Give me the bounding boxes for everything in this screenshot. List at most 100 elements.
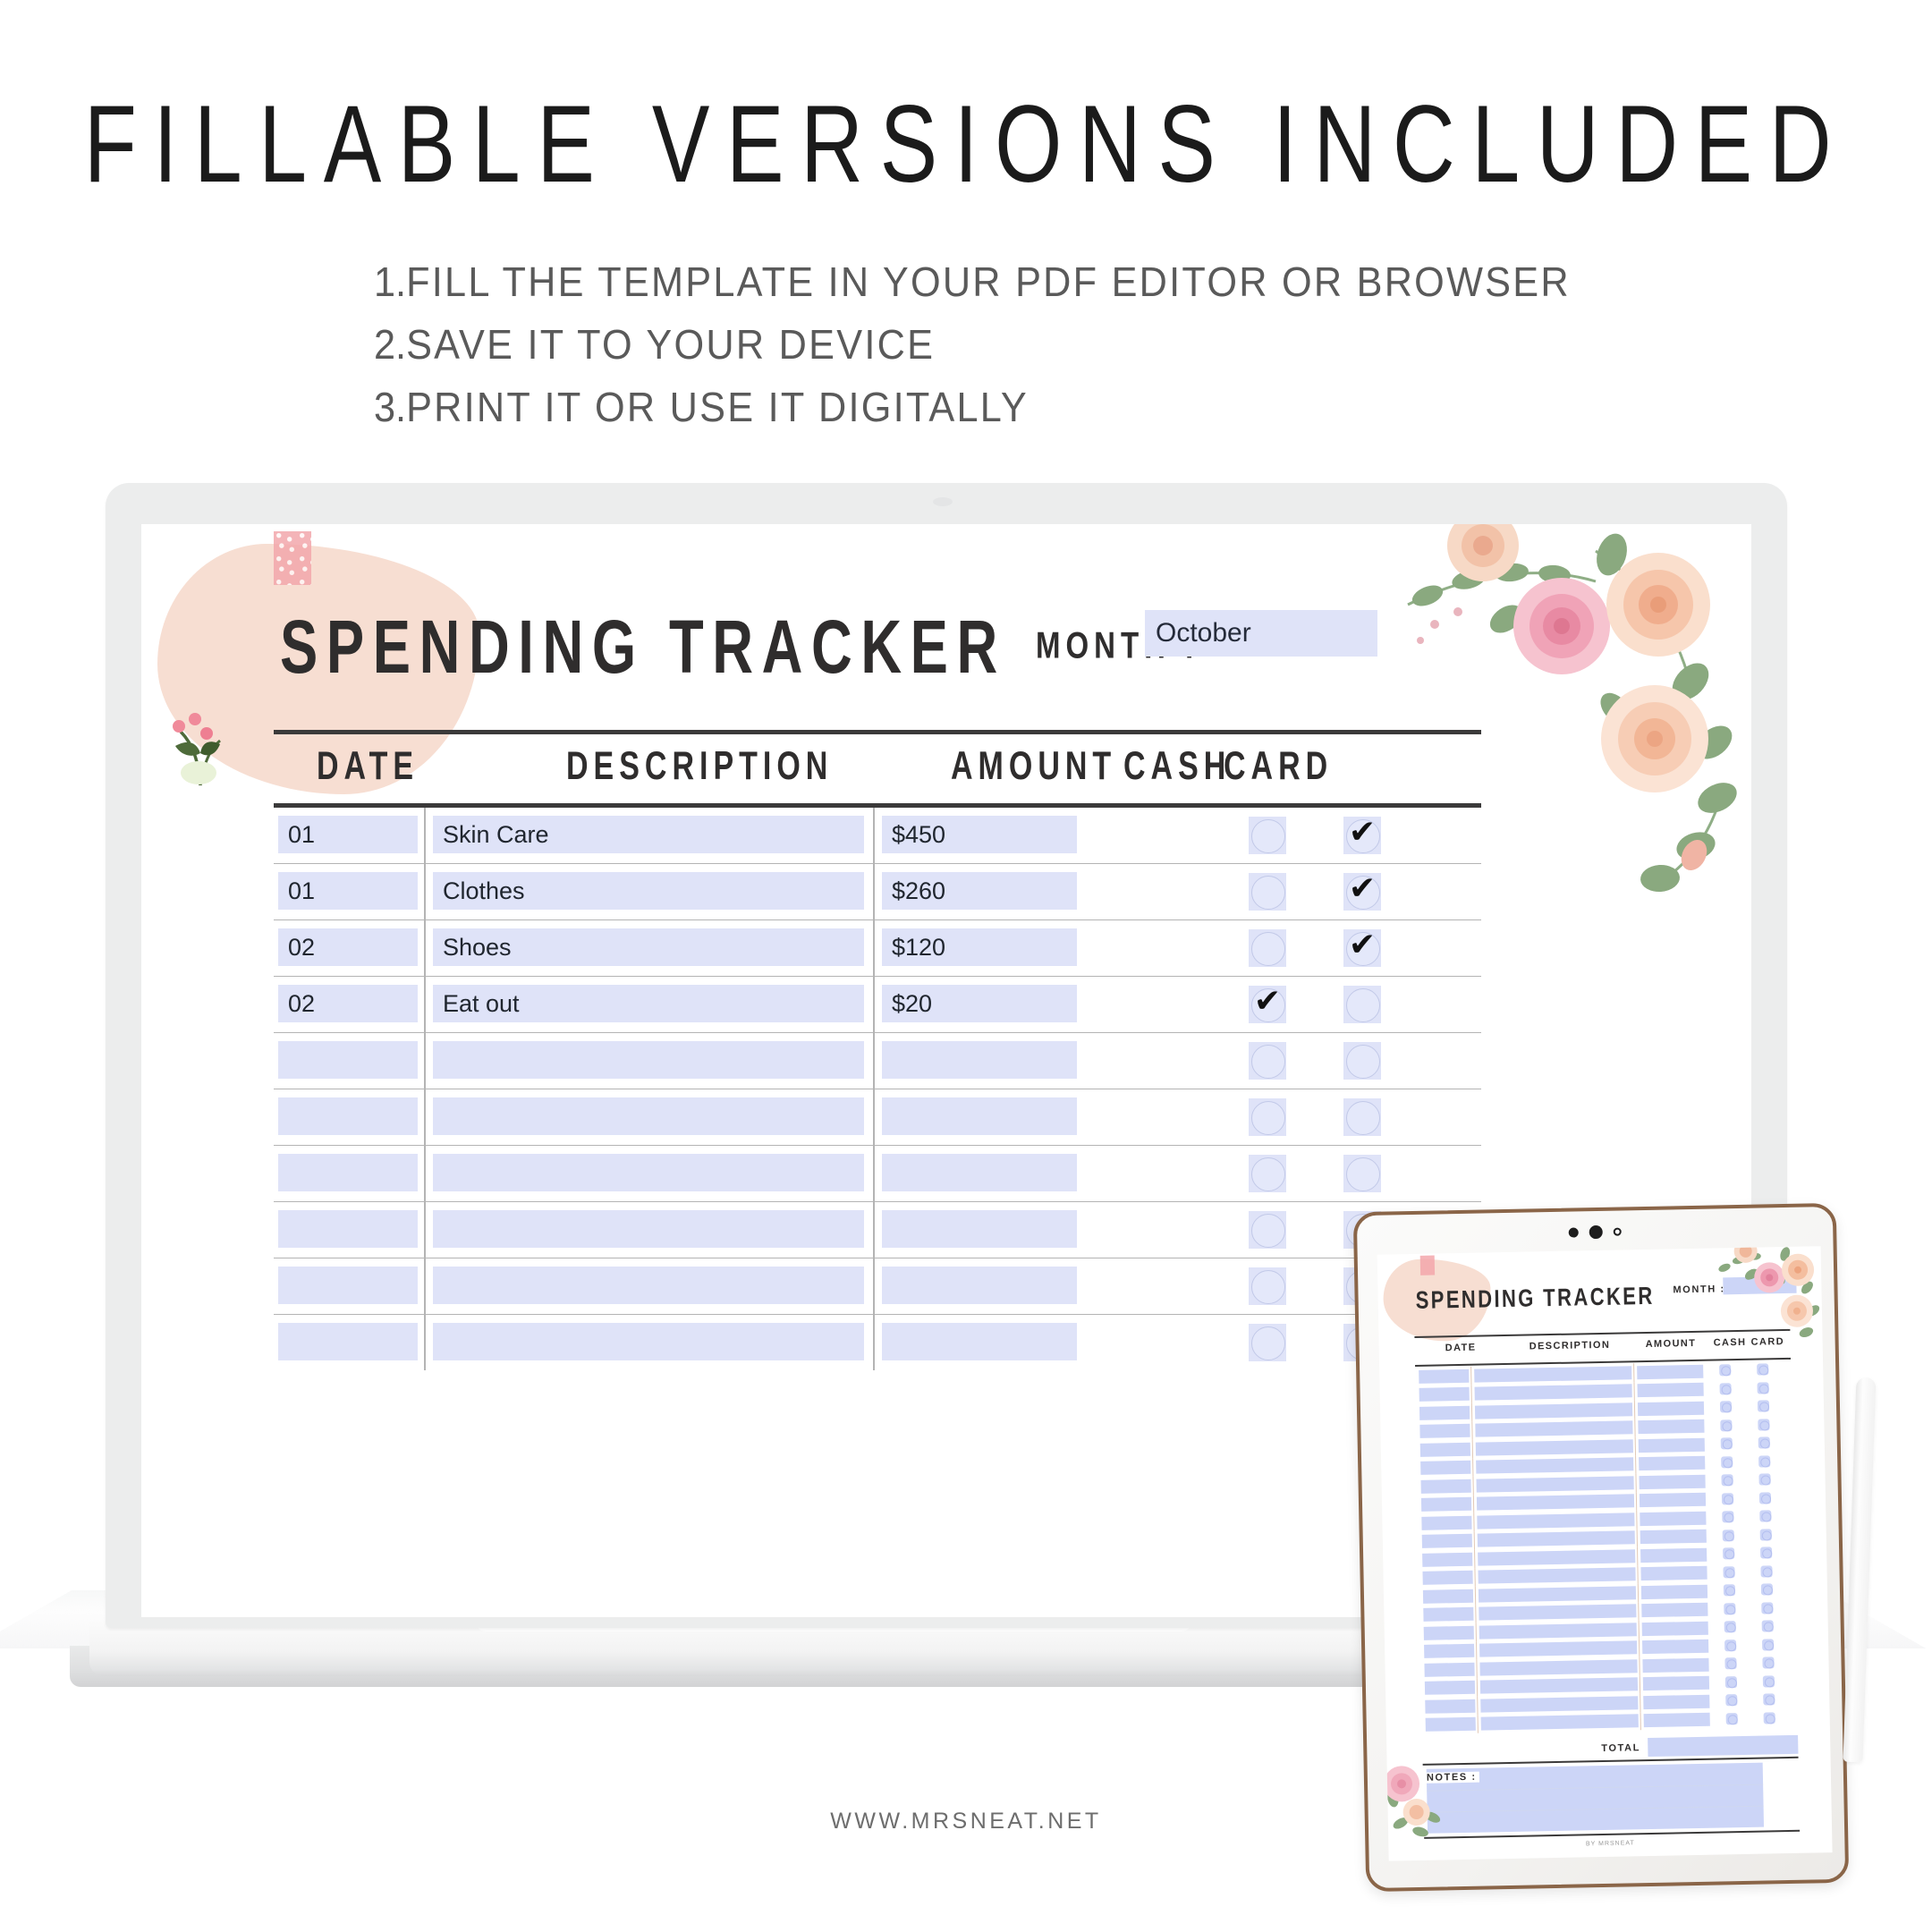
tablet-cash-checkbox[interactable]: [1722, 1511, 1734, 1523]
description-input[interactable]: [433, 1154, 864, 1191]
description-input[interactable]: Skin Care: [433, 816, 864, 853]
tablet-date-input[interactable]: [1422, 1552, 1473, 1567]
tablet-date-input[interactable]: [1420, 1460, 1471, 1475]
card-checkbox[interactable]: ✔: [1343, 927, 1381, 967]
cash-checkbox[interactable]: [1249, 1098, 1286, 1136]
tablet-description-input[interactable]: [1479, 1604, 1637, 1621]
tablet-description-input[interactable]: [1474, 1365, 1632, 1383]
tablet-description-input[interactable]: [1480, 1714, 1639, 1731]
tablet-cash-checkbox[interactable]: [1725, 1712, 1738, 1724]
tablet-amount-input[interactable]: [1637, 1382, 1704, 1398]
tablet-amount-input[interactable]: [1640, 1529, 1707, 1545]
tablet-cash-checkbox[interactable]: [1722, 1529, 1734, 1541]
tablet-description-input[interactable]: [1477, 1512, 1635, 1530]
tablet-card-checkbox[interactable]: [1758, 1418, 1770, 1431]
tablet-date-input[interactable]: [1421, 1515, 1472, 1530]
tablet-description-input[interactable]: [1476, 1494, 1635, 1511]
tablet-date-input[interactable]: [1422, 1589, 1474, 1604]
tablet-date-input[interactable]: [1419, 1442, 1471, 1457]
tablet-card-checkbox[interactable]: [1757, 1381, 1769, 1394]
tablet-card-checkbox[interactable]: [1759, 1510, 1772, 1522]
tablet-amount-input[interactable]: [1637, 1401, 1705, 1416]
cash-checkbox[interactable]: [1249, 1042, 1286, 1080]
tablet-card-checkbox[interactable]: [1758, 1473, 1771, 1486]
tablet-date-input[interactable]: [1424, 1662, 1475, 1677]
date-input[interactable]: 01: [278, 872, 418, 910]
tablet-description-input[interactable]: [1478, 1585, 1637, 1603]
cash-checkbox[interactable]: [1249, 1211, 1286, 1249]
tablet-amount-input[interactable]: [1641, 1602, 1708, 1618]
tablet-amount-input[interactable]: [1642, 1657, 1709, 1673]
tablet-date-input[interactable]: [1420, 1496, 1472, 1512]
date-input[interactable]: 02: [278, 928, 418, 966]
date-input[interactable]: [278, 1041, 418, 1079]
tablet-description-input[interactable]: [1477, 1530, 1635, 1547]
tablet-description-input[interactable]: [1479, 1658, 1638, 1676]
amount-input[interactable]: [882, 1323, 1077, 1360]
date-input[interactable]: 02: [278, 985, 418, 1022]
description-input[interactable]: [433, 1097, 864, 1135]
description-input[interactable]: [433, 1041, 864, 1079]
tablet-description-input[interactable]: [1479, 1640, 1638, 1657]
tablet-card-checkbox[interactable]: [1757, 1400, 1770, 1412]
tablet-date-input[interactable]: [1423, 1606, 1474, 1622]
tablet-card-checkbox[interactable]: [1758, 1436, 1770, 1449]
tablet-date-input[interactable]: [1419, 1368, 1470, 1384]
date-input[interactable]: [278, 1210, 418, 1248]
tablet-amount-input[interactable]: [1638, 1437, 1705, 1453]
tablet-card-checkbox[interactable]: [1760, 1546, 1773, 1559]
tablet-amount-input[interactable]: [1639, 1455, 1706, 1471]
amount-input[interactable]: [882, 1267, 1077, 1304]
tablet-cash-checkbox[interactable]: [1724, 1657, 1737, 1670]
cash-checkbox[interactable]: [1249, 1155, 1286, 1192]
tablet-date-input[interactable]: [1423, 1625, 1474, 1640]
tablet-amount-input[interactable]: [1639, 1492, 1707, 1508]
tablet-date-input[interactable]: [1425, 1716, 1476, 1732]
tablet-description-input[interactable]: [1475, 1420, 1633, 1437]
amount-input[interactable]: $450: [882, 816, 1077, 853]
cash-checkbox[interactable]: [1249, 1324, 1286, 1361]
tablet-cash-checkbox[interactable]: [1723, 1565, 1735, 1578]
date-input[interactable]: [278, 1267, 418, 1304]
tablet-cash-checkbox[interactable]: [1723, 1547, 1735, 1560]
tablet-amount-input[interactable]: [1637, 1364, 1704, 1379]
tablet-cash-checkbox[interactable]: [1724, 1602, 1736, 1614]
tablet-amount-input[interactable]: [1640, 1584, 1708, 1599]
tablet-card-checkbox[interactable]: [1757, 1363, 1769, 1376]
description-input[interactable]: [433, 1210, 864, 1248]
tablet-cash-checkbox[interactable]: [1724, 1675, 1738, 1688]
description-input[interactable]: Eat out: [433, 985, 864, 1022]
tablet-cash-checkbox[interactable]: [1724, 1639, 1737, 1651]
amount-input[interactable]: $260: [882, 872, 1077, 910]
tablet-amount-input[interactable]: [1642, 1639, 1709, 1655]
cash-checkbox[interactable]: ✔: [1249, 983, 1286, 1023]
tablet-date-input[interactable]: [1420, 1479, 1471, 1494]
date-input[interactable]: [278, 1323, 418, 1360]
tablet-description-input[interactable]: [1476, 1457, 1634, 1474]
tablet-description-input[interactable]: [1479, 1677, 1639, 1694]
tablet-card-checkbox[interactable]: [1758, 1454, 1771, 1468]
tablet-description-input[interactable]: [1478, 1567, 1636, 1584]
cash-checkbox[interactable]: [1249, 1267, 1286, 1305]
tablet-cash-checkbox[interactable]: [1721, 1474, 1733, 1487]
tablet-cash-checkbox[interactable]: [1724, 1621, 1736, 1633]
description-input[interactable]: Clothes: [433, 872, 864, 910]
tablet-card-checkbox[interactable]: [1758, 1491, 1772, 1504]
month-input[interactable]: October: [1145, 610, 1377, 657]
amount-input[interactable]: [882, 1154, 1077, 1191]
card-checkbox[interactable]: [1343, 986, 1381, 1023]
date-input[interactable]: [278, 1097, 418, 1135]
tablet-date-input[interactable]: [1419, 1386, 1470, 1402]
amount-input[interactable]: [882, 1041, 1077, 1079]
amount-input[interactable]: [882, 1210, 1077, 1248]
tablet-cash-checkbox[interactable]: [1720, 1419, 1733, 1431]
tablet-cash-checkbox[interactable]: [1719, 1382, 1732, 1394]
tablet-description-input[interactable]: [1475, 1438, 1633, 1456]
tablet-date-input[interactable]: [1422, 1570, 1473, 1585]
tablet-date-input[interactable]: [1424, 1680, 1476, 1695]
tablet-card-checkbox[interactable]: [1761, 1601, 1774, 1614]
tablet-description-input[interactable]: [1478, 1548, 1636, 1566]
tablet-amount-input[interactable]: [1640, 1511, 1707, 1526]
tablet-description-input[interactable]: [1474, 1402, 1633, 1419]
tablet-total-input[interactable]: [1648, 1734, 1799, 1758]
